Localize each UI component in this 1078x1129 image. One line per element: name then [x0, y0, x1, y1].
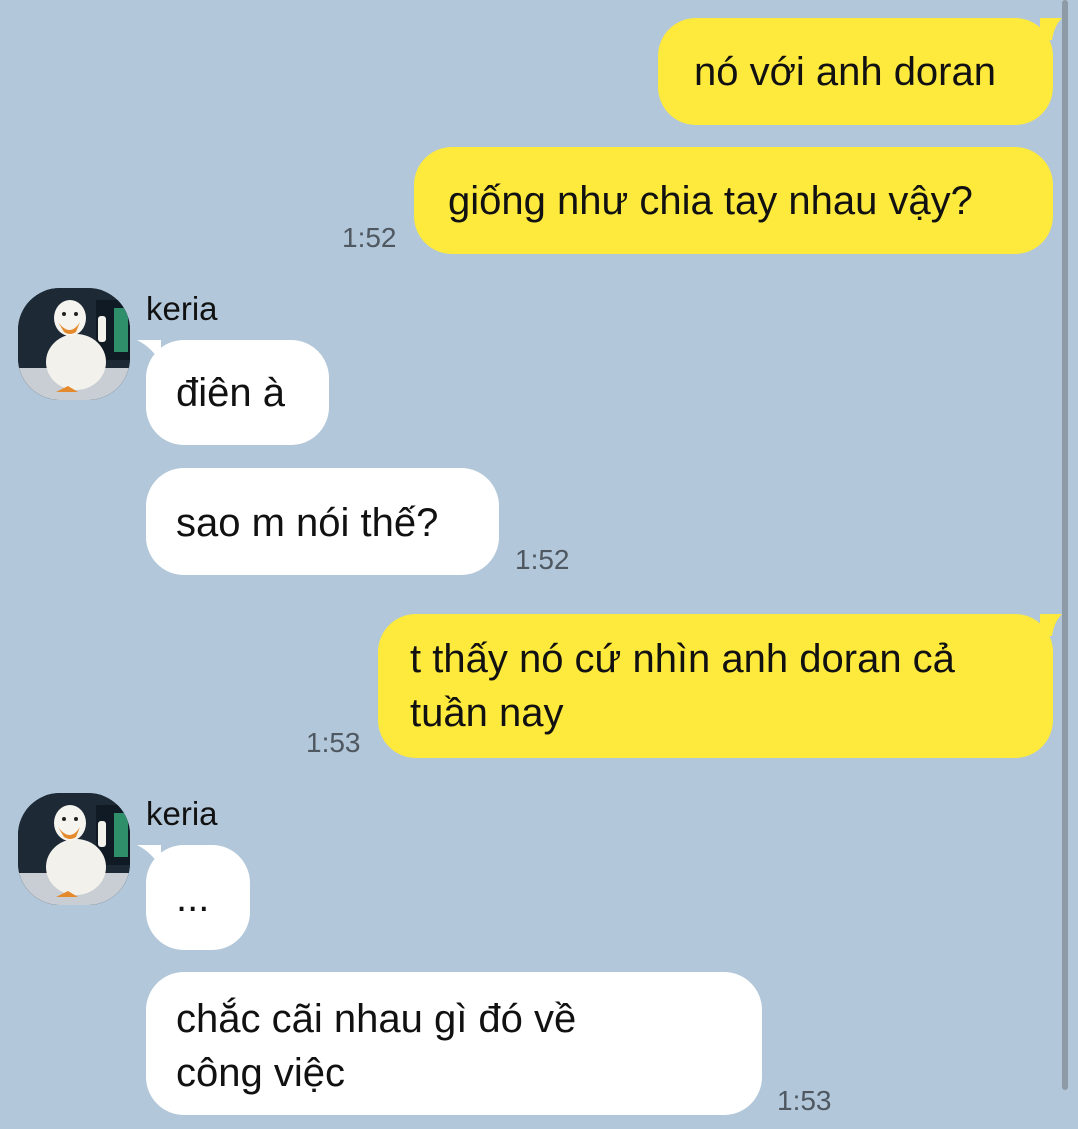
bubble-tail-icon — [137, 845, 161, 869]
message-timestamp: 1:52 — [342, 222, 397, 253]
incoming-message-bubble[interactable]: sao m nói thế? — [146, 468, 499, 575]
outgoing-message-bubble[interactable]: t thấy nó cứ nhìn anh doran cả tuần nay — [378, 614, 1053, 758]
incoming-message-bubble[interactable]: ... — [146, 845, 250, 950]
message-text: nó với anh doran — [694, 50, 996, 94]
contact-avatar[interactable] — [18, 793, 130, 905]
message-timestamp: 1:53 — [306, 727, 361, 758]
bubble-tail-icon — [1040, 18, 1062, 40]
message-text: sao m nói thế? — [176, 501, 439, 545]
sender-name: keria — [146, 290, 218, 327]
message-text-line: tuần nay — [410, 691, 564, 735]
message-text: điên à — [176, 371, 285, 415]
sender-name: keria — [146, 795, 218, 832]
message-text-line: chắc cãi nhau gì đó về — [176, 997, 577, 1041]
message-text: ... — [176, 876, 210, 920]
duck-avatar-icon — [18, 793, 130, 905]
incoming-message-bubble[interactable]: chắc cãi nhau gì đó về công việc — [146, 972, 762, 1115]
message-timestamp: 1:53 — [777, 1085, 832, 1116]
duck-avatar-icon — [18, 288, 130, 400]
outgoing-message-bubble[interactable]: nó với anh doran — [658, 18, 1053, 125]
bubble-tail-icon — [1040, 614, 1062, 636]
contact-avatar[interactable] — [18, 288, 130, 400]
outgoing-message-bubble[interactable]: giống như chia tay nhau vậy? — [414, 147, 1053, 254]
bubble-tail-icon — [137, 340, 161, 364]
message-text-line: t thấy nó cứ nhìn anh doran cả — [410, 637, 955, 681]
message-text-line: công việc — [176, 1051, 345, 1095]
incoming-message-bubble[interactable]: điên à — [146, 340, 329, 445]
message-timestamp: 1:52 — [515, 544, 570, 575]
scrollbar[interactable] — [1062, 0, 1068, 1090]
message-text: giống như chia tay nhau vậy? — [448, 179, 973, 223]
